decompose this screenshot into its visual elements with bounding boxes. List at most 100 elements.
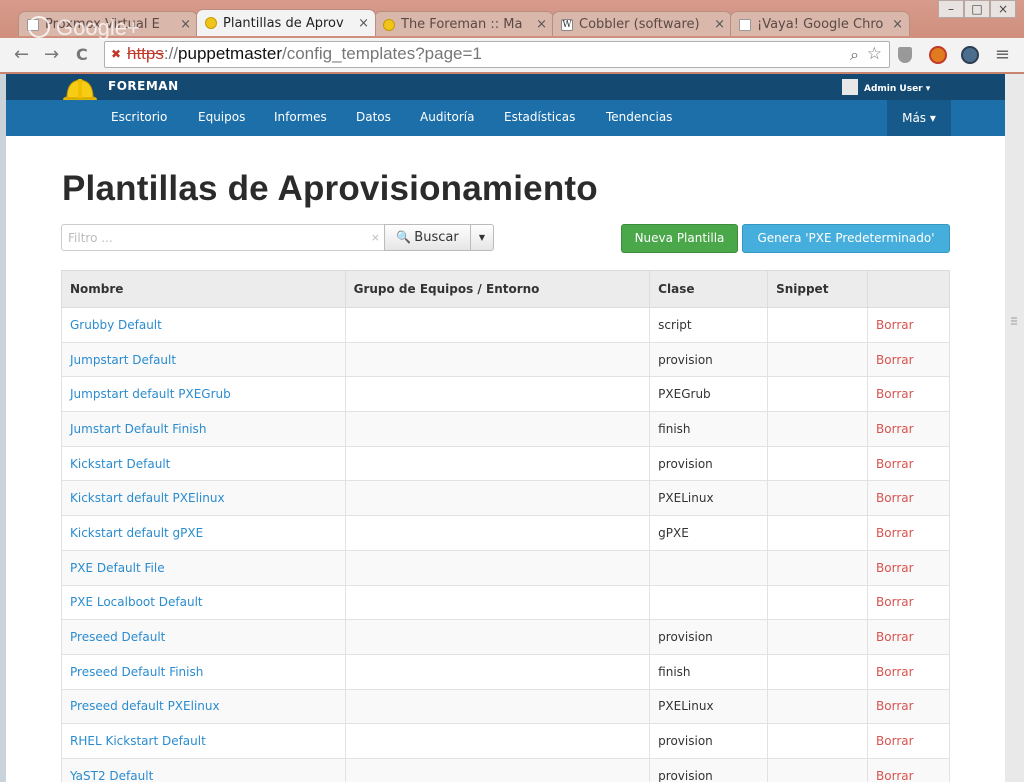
nav-auditoria[interactable]: Auditoría xyxy=(420,110,474,124)
bookmark-dropdown-button[interactable]: ▼ xyxy=(470,224,494,251)
tab-close-icon[interactable]: × xyxy=(536,12,547,36)
header-kind[interactable]: Clase xyxy=(649,270,769,308)
tab-title: Plantillas de Aprov xyxy=(223,16,344,31)
group-cell xyxy=(344,619,651,655)
user-menu[interactable]: Admin User ▾ xyxy=(842,79,930,95)
kind-cell: PXELinux xyxy=(649,688,769,725)
group-cell xyxy=(344,411,651,447)
kind-cell: PXEGrub xyxy=(649,376,769,413)
delete-link[interactable]: Borrar xyxy=(867,653,950,690)
table-row: PXE Default File Borrar xyxy=(61,549,950,586)
zoom-icon[interactable]: ⌕ xyxy=(850,45,859,65)
delete-link[interactable]: Borrar xyxy=(867,341,950,378)
tab-close-icon[interactable]: × xyxy=(180,12,191,36)
extension-icon[interactable] xyxy=(929,46,947,64)
tab-close-icon[interactable]: × xyxy=(892,12,903,36)
nav-tendencias[interactable]: Tendencias xyxy=(606,110,672,124)
kind-cell xyxy=(649,584,769,621)
search-placeholder: Filtro ... xyxy=(68,231,113,245)
scrollbar-grip-icon[interactable] xyxy=(1009,314,1019,328)
foreman-icon xyxy=(205,17,217,29)
kind-cell: script xyxy=(649,307,769,343)
delete-link[interactable]: Borrar xyxy=(867,376,950,413)
back-button[interactable]: ← xyxy=(14,44,29,65)
delete-link[interactable]: Borrar xyxy=(867,723,950,759)
template-name-link[interactable]: Kickstart default PXElinux xyxy=(61,480,346,517)
template-name-link[interactable]: Grubby Default xyxy=(61,307,346,343)
snippet-cell xyxy=(767,688,869,725)
template-name-link[interactable]: Preseed Default Finish xyxy=(61,653,346,690)
kind-cell: finish xyxy=(649,411,769,447)
forward-button[interactable]: → xyxy=(44,44,59,65)
delete-link[interactable]: Borrar xyxy=(867,411,950,447)
delete-link[interactable]: Borrar xyxy=(867,549,950,586)
snippet-cell xyxy=(767,757,869,782)
globe-extension-icon[interactable] xyxy=(961,46,979,64)
new-template-button[interactable]: Nueva Plantilla xyxy=(621,224,738,253)
header-name[interactable]: Nombre xyxy=(61,270,346,308)
main-nav: Escritorio Equipos Informes Datos Audito… xyxy=(6,100,1005,136)
build-pxe-default-button[interactable]: Genera 'PXE Predeterminado' xyxy=(742,224,950,253)
clear-icon[interactable]: × xyxy=(371,231,380,244)
google-plus-icon xyxy=(28,16,50,38)
template-name-link[interactable]: Kickstart default gPXE xyxy=(61,515,346,551)
bookmark-star-icon[interactable]: ☆ xyxy=(867,44,882,64)
template-name-link[interactable]: RHEL Kickstart Default xyxy=(61,723,346,759)
template-name-link[interactable]: Preseed default PXElinux xyxy=(61,688,346,725)
page-scrollbar[interactable] xyxy=(1005,74,1024,782)
browser-tab[interactable]: W Cobbler (software) × xyxy=(552,11,732,36)
snippet-cell xyxy=(767,619,869,655)
kind-cell: provision xyxy=(649,341,769,378)
group-cell xyxy=(344,480,651,517)
nav-estadisticas[interactable]: Estadísticas xyxy=(504,110,575,124)
delete-link[interactable]: Borrar xyxy=(867,515,950,551)
minimize-button[interactable]: – xyxy=(938,0,964,18)
delete-link[interactable]: Borrar xyxy=(867,688,950,725)
delete-link[interactable]: Borrar xyxy=(867,480,950,517)
template-name-link[interactable]: YaST2 Default xyxy=(61,757,346,782)
url-text[interactable]: https://puppetmaster/config_templates?pa… xyxy=(127,44,482,64)
wikipedia-icon: W xyxy=(561,19,573,31)
template-name-link[interactable]: Jumpstart default PXEGrub xyxy=(61,376,346,413)
delete-link[interactable]: Borrar xyxy=(867,307,950,343)
browser-tab[interactable]: ¡Vaya! Google Chro × xyxy=(730,11,910,36)
template-name-link[interactable]: Preseed Default xyxy=(61,619,346,655)
reload-button[interactable]: C xyxy=(76,45,88,64)
shield-extension-icon[interactable] xyxy=(898,47,912,63)
tab-title: ¡Vaya! Google Chro xyxy=(757,17,884,32)
close-window-button[interactable]: × xyxy=(990,0,1016,18)
delete-link[interactable]: Borrar xyxy=(867,619,950,655)
template-name-link[interactable]: PXE Default File xyxy=(61,549,346,586)
snippet-cell xyxy=(767,653,869,690)
snippet-cell xyxy=(767,376,869,413)
templates-table: Nombre Grupo de Equipos / Entorno Clase … xyxy=(61,270,950,782)
nav-datos[interactable]: Datos xyxy=(356,110,391,124)
maximize-button[interactable]: □ xyxy=(964,0,990,18)
nav-mas[interactable]: Más ▾ xyxy=(887,100,951,136)
template-name-link[interactable]: Kickstart Default xyxy=(61,445,346,482)
nav-escritorio[interactable]: Escritorio xyxy=(111,110,167,124)
menu-icon[interactable]: ≡ xyxy=(995,44,1010,65)
table-row: YaST2 Default provision Borrar xyxy=(61,757,950,782)
template-name-link[interactable]: PXE Localboot Default xyxy=(61,584,346,621)
brand-name[interactable]: FOREMAN xyxy=(108,79,179,93)
template-name-link[interactable]: Jumpstart Default xyxy=(61,341,346,378)
nav-informes[interactable]: Informes xyxy=(274,110,327,124)
group-cell xyxy=(344,723,651,759)
tab-close-icon[interactable]: × xyxy=(358,10,369,36)
nav-equipos[interactable]: Equipos xyxy=(198,110,245,124)
header-snippet[interactable]: Snippet xyxy=(767,270,869,308)
tab-close-icon[interactable]: × xyxy=(714,12,725,36)
address-bar[interactable]: ✖ https://puppetmaster/config_templates?… xyxy=(104,41,890,68)
browser-tab[interactable]: Plantillas de Aprov × xyxy=(196,9,376,36)
broken-lock-icon: ✖ xyxy=(111,47,122,61)
search-button[interactable]: 🔍 Buscar xyxy=(384,224,471,251)
browser-tab[interactable]: The Foreman :: Ma × xyxy=(374,11,554,36)
delete-link[interactable]: Borrar xyxy=(867,757,950,782)
template-name-link[interactable]: Jumstart Default Finish xyxy=(61,411,346,447)
doc-icon xyxy=(739,19,751,31)
search-input[interactable]: Filtro ... × xyxy=(61,224,385,251)
delete-link[interactable]: Borrar xyxy=(867,445,950,482)
table-row: Preseed Default provision Borrar xyxy=(61,619,950,655)
delete-link[interactable]: Borrar xyxy=(867,584,950,621)
